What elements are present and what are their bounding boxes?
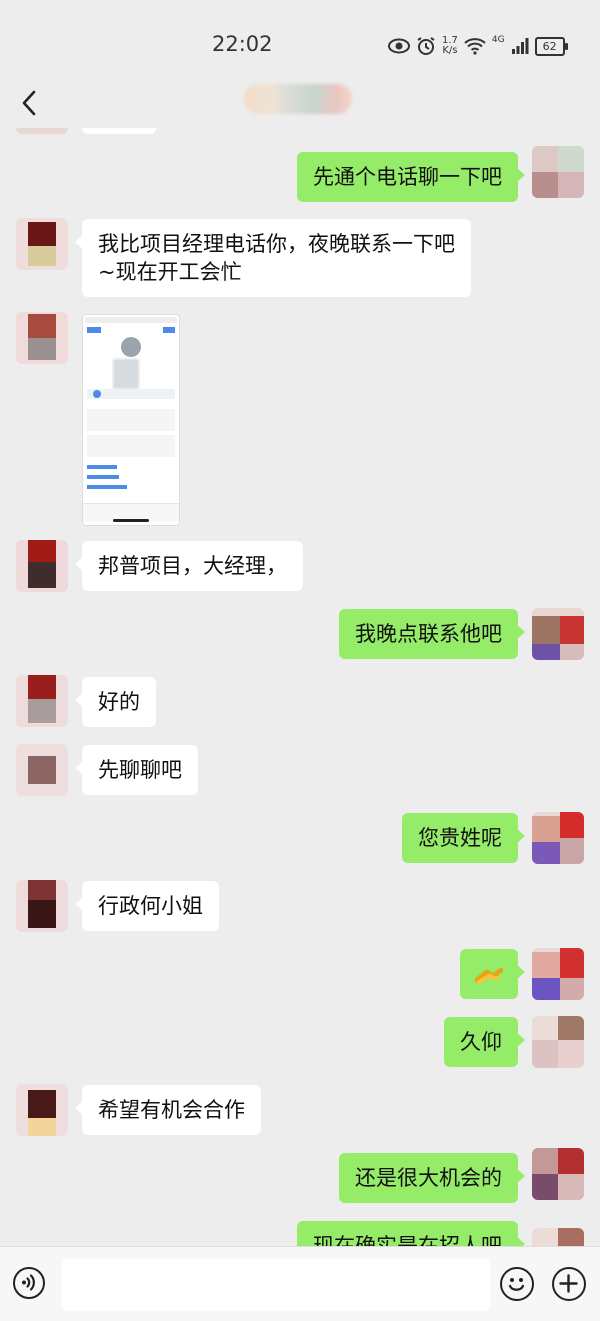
network-type: 4G [491,35,505,45]
avatar[interactable] [16,218,68,270]
message-bubble-out[interactable]: 我晚点联系他吧 [339,609,525,659]
handshake-emoji-icon [475,967,503,984]
emoji-icon[interactable] [500,1267,534,1301]
message-bubble-out[interactable]: 现在确实是在招人吧 [297,1221,525,1246]
partial-message [82,128,156,134]
image-message[interactable] [82,314,180,526]
avatar[interactable] [16,312,68,364]
wifi-icon [464,38,486,55]
message-bubble-out[interactable]: 久仰 [444,1017,525,1067]
avatar[interactable] [532,1228,584,1246]
clock: 22:02 [212,32,273,56]
avatar[interactable] [16,1084,68,1136]
avatar[interactable] [532,948,584,1000]
signal-icon [511,38,529,54]
message-bubble-in[interactable]: 好的 [75,677,156,727]
input-bar [0,1246,600,1321]
avatar[interactable] [16,880,68,932]
message-bubble-out[interactable]: 还是很大机会的 [339,1153,525,1203]
message-bubble-in[interactable]: 行政何小姐 [75,881,219,931]
message-list[interactable]: 先通个电话聊一下吧 我比项目经理电话你，夜晚联系一下吧 ~现在开工会忙 邦普项目… [0,128,600,1246]
message-bubble-in[interactable]: 邦普项目，大经理， [75,541,303,591]
eye-icon [388,38,410,54]
avatar[interactable] [532,1016,584,1068]
contact-name-blurred [244,84,352,114]
battery-indicator: 62 [534,36,568,56]
avatar[interactable] [532,812,584,864]
back-button[interactable] [16,88,46,118]
alarm-icon [417,37,435,55]
message-bubble-out[interactable]: 先通个电话聊一下吧 [297,152,525,202]
message-bubble-out[interactable]: 您贵姓呢 [402,813,525,863]
message-bubble-in[interactable]: 先聊聊吧 [75,745,198,795]
avatar[interactable] [16,744,68,796]
message-input[interactable] [62,1259,490,1311]
net-speed: 1.7 K/s [442,35,458,56]
avatar [16,128,68,134]
avatar[interactable] [16,675,68,727]
message-bubble-in[interactable]: 希望有机会合作 [75,1085,261,1135]
message-bubble-out[interactable] [460,949,525,999]
voice-icon[interactable] [13,1267,45,1299]
avatar[interactable] [16,540,68,592]
plus-icon[interactable] [552,1267,586,1301]
avatar[interactable] [532,608,584,660]
avatar[interactable] [532,146,584,198]
message-bubble-in[interactable]: 我比项目经理电话你，夜晚联系一下吧 ~现在开工会忙 [75,219,471,297]
status-bar: 22:02 1.7 K/s 4G 62 [0,0,600,80]
status-icons: 1.7 K/s 4G 62 [388,32,568,60]
avatar[interactable] [532,1148,584,1200]
